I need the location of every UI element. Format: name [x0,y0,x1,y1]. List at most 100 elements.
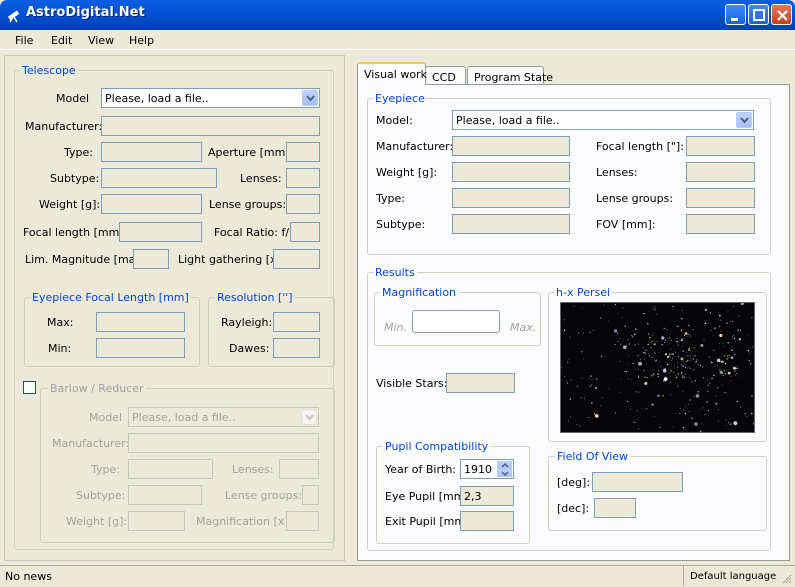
telescope-lim-magnitude-label: Lim. Magnitude [mag]: [25,253,151,266]
eyepiece-lenses-field[interactable] [686,162,755,182]
magnification-min-label: Min. [384,321,408,334]
close-button[interactable] [771,4,792,25]
barlow-lense-groups-label: Lense groups: [225,489,303,502]
eye-pupil-field[interactable]: 2,3 [460,486,514,506]
chevron-down-icon [306,95,315,102]
telescope-group-title: Telescope [20,64,78,77]
telescope-model-label: Model [56,92,90,105]
minimize-button[interactable] [725,4,746,25]
menu-bar [0,30,795,50]
eyepiece-manufacturer-field[interactable] [452,136,570,156]
telescope-model-select[interactable]: Please, load a file.. [101,88,320,108]
eyepiece-weight-label: Weight [g]: [376,166,438,179]
status-bar [0,565,795,587]
barlow-lenses-field[interactable] [279,459,319,479]
barlow-type-field[interactable] [128,459,213,479]
year-spinner-buttons[interactable] [497,461,512,477]
results-group-title: Results [373,266,417,279]
year-of-birth-spinner[interactable]: 1910 [460,459,514,479]
telescope-model-dropdown-button[interactable] [302,90,318,106]
field-of-view-group [548,456,767,531]
tab-program-state[interactable]: Program State [467,66,553,86]
barlow-group-title: Barlow / Reducer [48,382,146,395]
barlow-model-select[interactable]: Please, load a file.. [128,407,319,427]
eyepiece-focal-min-field[interactable] [96,338,185,358]
fov-dec-field[interactable] [594,498,636,518]
tab-program-state-label: Program State [474,71,554,84]
maximize-icon [753,9,765,21]
telescope-focal-length-field[interactable] [119,222,202,242]
barlow-enable-checkbox[interactable] [23,381,36,394]
barlow-weight-label: Weight [g]: [66,515,128,528]
eyepiece-weight-field[interactable] [452,162,570,182]
telescope-lenses-field[interactable] [286,168,320,188]
menu-help[interactable]: Help [129,34,154,47]
telescope-subtype-field[interactable] [101,168,217,188]
telescope-aperture-field[interactable] [286,142,320,162]
eyepiece-lense-groups-field[interactable] [686,188,755,208]
eyepiece-model-select[interactable]: Please, load a file.. [452,110,754,130]
visible-stars-label: Visible Stars: [376,377,448,390]
barlow-weight-field[interactable] [128,511,185,531]
eyepiece-type-label: Type: [376,192,405,205]
barlow-magnification-field[interactable] [286,511,319,531]
barlow-model-dropdown-button[interactable] [301,409,317,425]
eyepiece-manufacturer-label: Manufacturer: [376,140,454,153]
year-of-birth-value: 1910 [464,463,492,476]
telescope-lense-groups-field[interactable] [286,194,320,214]
telescope-lim-magnitude-field[interactable] [133,249,169,269]
tab-ccd[interactable]: CCD [425,66,466,86]
tab-visual-work[interactable]: Visual work [357,62,427,85]
resize-grip-icon[interactable] [780,572,792,584]
telescope-lense-groups-label: Lense groups: [209,198,287,211]
fov-deg-field[interactable] [592,472,683,492]
barlow-type-label: Type: [91,463,120,476]
eyepiece-focal-max-field[interactable] [96,312,185,332]
telescope-model-value: Please, load a file.. [105,92,209,105]
resolution-title: Resolution [''] [215,291,295,304]
barlow-model-label: Model [89,411,123,424]
telescope-lenses-label: Lenses: [240,172,282,185]
barlow-subtype-field[interactable] [128,485,202,505]
eyepiece-focal-length-field[interactable] [686,136,755,156]
resolution-dawes-field[interactable] [273,338,320,358]
status-news: No news [5,570,52,583]
telescope-manufacturer-label: Manufacturer: [25,120,103,133]
telescope-light-gathering-field[interactable] [273,249,320,269]
eyepiece-focal-max-label: Max: [47,316,74,329]
field-of-view-title: Field Of View [555,450,631,463]
eyepiece-subtype-field[interactable] [452,214,570,234]
menu-edit[interactable]: Edit [51,34,72,47]
eyepiece-subtype-label: Subtype: [376,218,426,231]
eyepiece-model-value: Please, load a file.. [456,114,560,127]
visible-stars-field[interactable] [446,373,515,393]
barlow-subtype-label: Subtype: [76,489,126,502]
magnification-field[interactable] [412,310,500,333]
magnification-max-label: Max. [510,321,537,334]
chevron-down-icon [501,471,509,476]
spin-up-button[interactable] [497,461,512,469]
eye-pupil-value: 2,3 [464,490,482,503]
telescope-weight-label: Weight [g]: [39,198,101,211]
status-divider [683,566,684,586]
telescope-weight-field[interactable] [101,194,202,214]
barlow-lenses-label: Lenses: [232,463,274,476]
menu-view[interactable]: View [88,34,114,47]
menu-file[interactable]: File [15,34,33,47]
close-icon [777,10,788,21]
minimize-icon [731,18,738,21]
eyepiece-model-label: Model: [376,114,413,127]
telescope-manufacturer-field[interactable] [101,116,320,136]
spin-down-button[interactable] [497,469,512,477]
maximize-button[interactable] [748,4,769,25]
resolution-rayleigh-field[interactable] [273,312,320,332]
telescope-focal-ratio-field[interactable] [290,222,320,242]
eyepiece-type-field[interactable] [452,188,570,208]
window-title: AstroDigital.Net [26,5,145,20]
barlow-manufacturer-field[interactable] [128,433,319,453]
eyepiece-model-dropdown-button[interactable] [736,112,752,128]
telescope-type-field[interactable] [101,142,202,162]
eyepiece-fov-field[interactable] [686,214,755,234]
barlow-lense-groups-field[interactable] [302,485,319,505]
exit-pupil-field[interactable] [460,511,514,531]
